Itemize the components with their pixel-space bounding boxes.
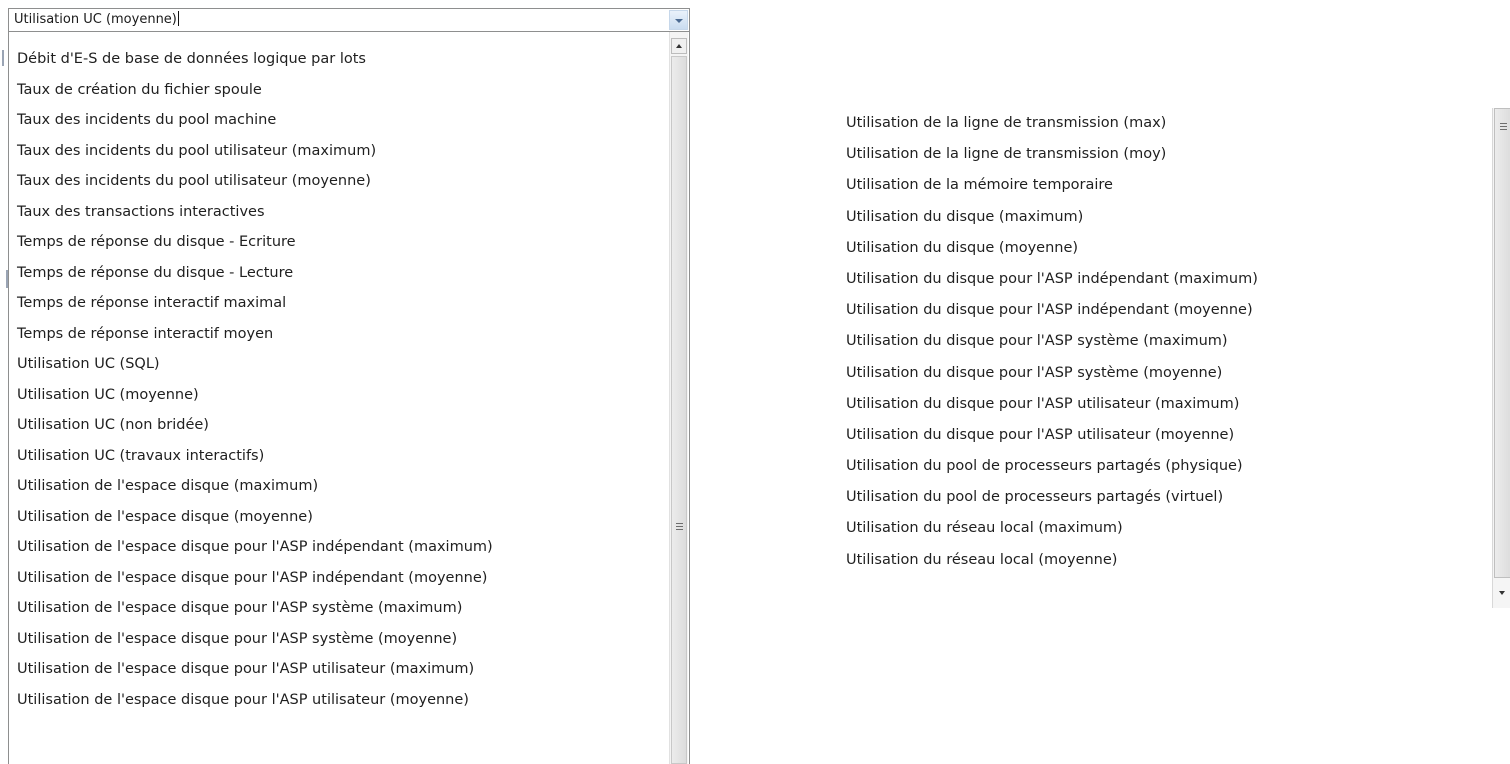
list-item[interactable]: Taux des incidents du pool utilisateur (… xyxy=(9,136,493,167)
list-item[interactable]: Utilisation du disque pour l'ASP système… xyxy=(838,358,1258,389)
list-item[interactable]: Utilisation du disque pour l'ASP indépen… xyxy=(838,295,1258,326)
grip-icon xyxy=(676,523,683,531)
continued-options-list[interactable]: Utilisation de la ligne de transmission … xyxy=(838,108,1258,576)
dropdown-scrollbar[interactable] xyxy=(669,32,688,764)
list-item[interactable]: Débit d'E-S de base de données logique p… xyxy=(9,44,493,75)
list-item[interactable]: Utilisation de l'espace disque pour l'AS… xyxy=(9,654,493,685)
scrollbar-thumb[interactable] xyxy=(671,56,687,764)
dropdown-button[interactable] xyxy=(669,10,688,30)
list-item[interactable]: Utilisation du pool de processeurs parta… xyxy=(838,451,1258,482)
list-item[interactable]: Utilisation de la ligne de transmission … xyxy=(838,139,1258,170)
list-item[interactable]: Utilisation de l'espace disque pour l'AS… xyxy=(9,532,493,563)
list-item[interactable]: Utilisation de l'espace disque pour l'AS… xyxy=(9,624,493,655)
list-item[interactable]: Utilisation UC (moyenne) xyxy=(9,380,493,411)
list-item[interactable]: Temps de réponse interactif moyen xyxy=(9,319,493,350)
text-caret xyxy=(177,11,179,26)
list-item[interactable]: Temps de réponse interactif maximal xyxy=(9,288,493,319)
scrollbar-thumb[interactable] xyxy=(1494,108,1510,578)
continued-list-scrollbar[interactable] xyxy=(1492,108,1510,608)
list-item[interactable]: Temps de réponse du disque - Lecture xyxy=(9,258,493,289)
list-item[interactable]: Utilisation du pool de processeurs parta… xyxy=(838,482,1258,513)
list-item[interactable]: Utilisation de l'espace disque pour l'AS… xyxy=(9,685,493,716)
list-item[interactable]: Taux des incidents du pool machine xyxy=(9,105,493,136)
list-item[interactable]: Utilisation du disque pour l'ASP système… xyxy=(838,326,1258,357)
list-item[interactable]: Utilisation du disque (maximum) xyxy=(838,202,1258,233)
list-item[interactable]: Utilisation de la ligne de transmission … xyxy=(838,108,1258,139)
list-item[interactable]: Utilisation UC (non bridée) xyxy=(9,410,493,441)
list-item[interactable]: Temps de réponse du disque - Ecriture xyxy=(9,227,493,258)
list-item[interactable]: Taux des transactions interactives xyxy=(9,197,493,228)
combobox-value[interactable]: Utilisation UC (moyenne) xyxy=(14,9,179,31)
list-item[interactable]: Taux de création du fichier spoule xyxy=(9,75,493,106)
scroll-up-arrow-icon[interactable] xyxy=(671,38,687,54)
list-item[interactable]: Utilisation de l'espace disque (maximum) xyxy=(9,471,493,502)
list-item[interactable]: Utilisation du réseau local (maximum) xyxy=(838,513,1258,544)
list-item[interactable]: Utilisation UC (travaux interactifs) xyxy=(9,441,493,472)
dropdown-list[interactable]: Débit d'E-S de base de données logique p… xyxy=(8,32,690,764)
metric-combobox[interactable]: Utilisation UC (moyenne) xyxy=(8,8,690,32)
list-item[interactable]: Utilisation du disque pour l'ASP indépen… xyxy=(838,264,1258,295)
list-item[interactable]: Utilisation du réseau local (moyenne) xyxy=(838,545,1258,576)
list-item[interactable]: Utilisation du disque pour l'ASP utilisa… xyxy=(838,389,1258,420)
list-item[interactable]: Utilisation du disque pour l'ASP utilisa… xyxy=(838,420,1258,451)
list-item[interactable]: Taux des incidents du pool utilisateur (… xyxy=(9,166,493,197)
grip-icon xyxy=(1500,123,1507,131)
list-item[interactable]: Utilisation UC (SQL) xyxy=(9,349,493,380)
dropdown-options: Débit d'E-S de base de données logique p… xyxy=(9,44,493,715)
scroll-down-arrow-icon[interactable] xyxy=(1494,582,1510,606)
list-item[interactable]: Utilisation de la mémoire temporaire xyxy=(838,170,1258,201)
list-item[interactable]: Utilisation de l'espace disque pour l'AS… xyxy=(9,593,493,624)
list-item[interactable]: Utilisation du disque (moyenne) xyxy=(838,233,1258,264)
list-item[interactable]: Utilisation de l'espace disque pour l'AS… xyxy=(9,563,493,594)
edge-artifact xyxy=(2,50,4,66)
list-item[interactable]: Utilisation de l'espace disque (moyenne) xyxy=(9,502,493,533)
